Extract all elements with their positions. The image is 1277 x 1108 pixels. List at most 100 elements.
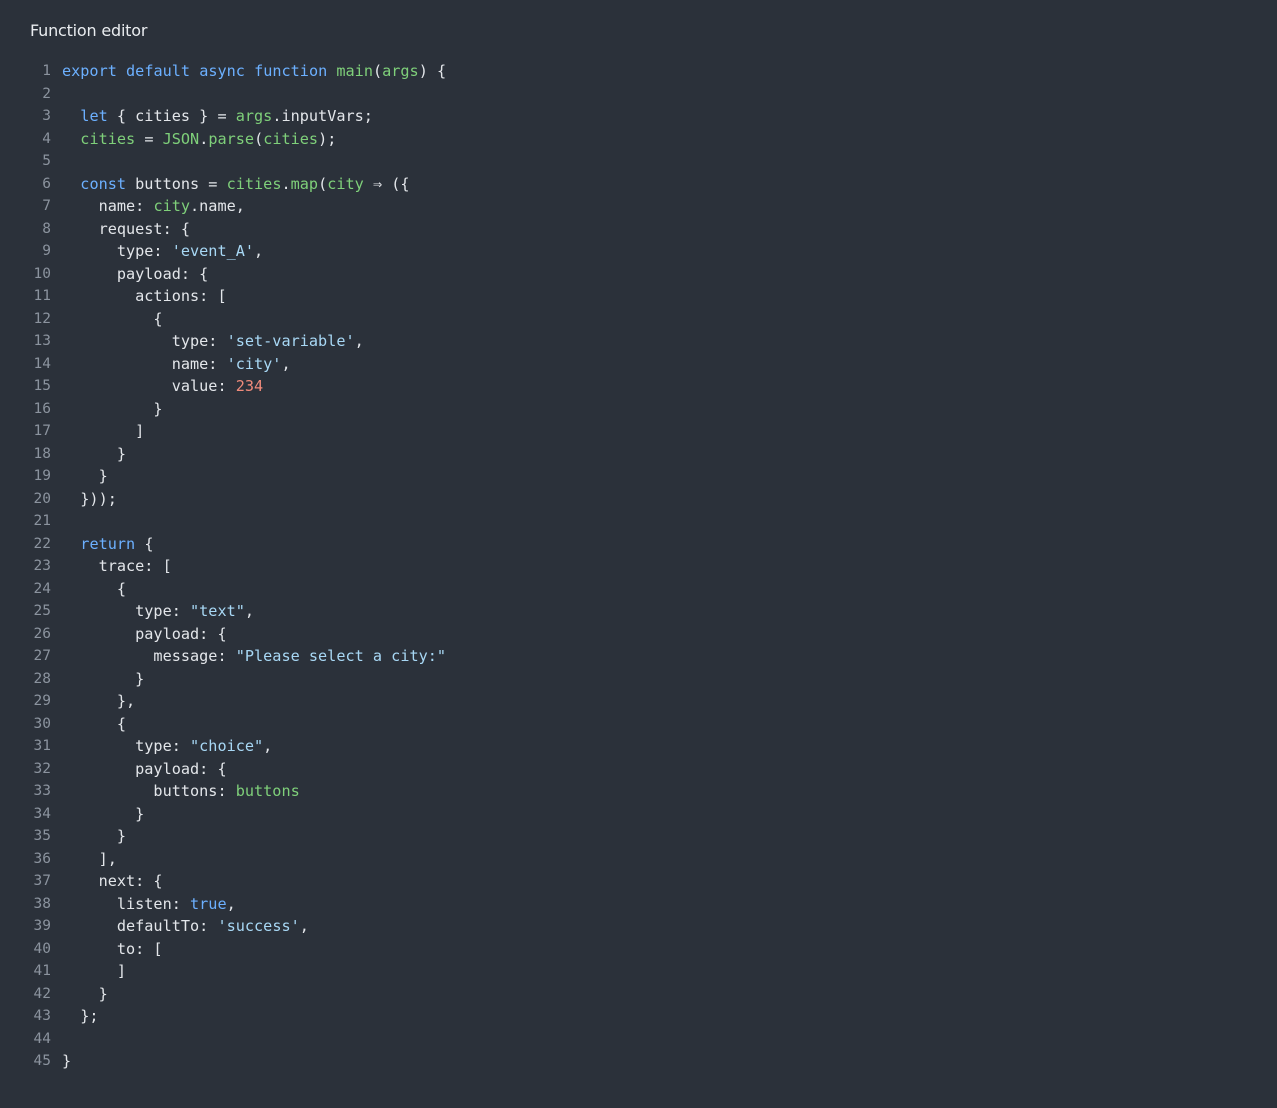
code-line[interactable]: 30 {: [0, 713, 1277, 736]
code-line[interactable]: 13 type: 'set-variable',: [0, 330, 1277, 353]
code-line[interactable]: 19 }: [0, 465, 1277, 488]
code-line[interactable]: 43 };: [0, 1005, 1277, 1028]
line-code[interactable]: trace: [: [62, 555, 172, 578]
line-code[interactable]: ]: [62, 960, 126, 983]
code-line[interactable]: 14 name: 'city',: [0, 353, 1277, 376]
line-code[interactable]: cities = JSON.parse(cities);: [62, 128, 336, 151]
line-code[interactable]: name: 'city',: [62, 353, 291, 376]
line-code[interactable]: listen: true,: [62, 893, 236, 916]
line-code[interactable]: {: [62, 713, 126, 736]
code-token: (: [372, 62, 383, 80]
line-number: 28: [33, 670, 51, 687]
line-code[interactable]: }: [62, 803, 144, 826]
code-line[interactable]: 17 ]: [0, 420, 1277, 443]
code-line[interactable]: 29 },: [0, 690, 1277, 713]
line-code[interactable]: },: [62, 690, 135, 713]
line-code[interactable]: }: [62, 1050, 71, 1073]
line-number: 34: [33, 805, 51, 822]
code-line[interactable]: 11 actions: [: [0, 285, 1277, 308]
code-line[interactable]: 5: [0, 150, 1277, 173]
code-line[interactable]: 18 }: [0, 443, 1277, 466]
line-code[interactable]: to: [: [62, 938, 163, 961]
line-code[interactable]: name: city.name,: [62, 195, 245, 218]
line-number: 45: [33, 1053, 51, 1069]
code-line[interactable]: 2: [0, 83, 1277, 106]
line-code[interactable]: type: 'event_A',: [62, 240, 263, 263]
code-token: ,: [254, 242, 264, 260]
line-code[interactable]: next: {: [62, 870, 163, 893]
code-line[interactable]: 4 cities = JSON.parse(cities);: [0, 128, 1277, 151]
line-code[interactable]: }: [62, 465, 108, 488]
line-code[interactable]: };: [62, 1005, 98, 1028]
code-line[interactable]: 42 }: [0, 983, 1277, 1006]
line-code[interactable]: }: [62, 825, 126, 848]
code-token: type:: [62, 332, 227, 350]
code-token: payload: {: [62, 759, 227, 778]
line-code[interactable]: ],: [62, 848, 117, 871]
line-code[interactable]: defaultTo: 'success',: [62, 915, 309, 938]
code-line[interactable]: 1 export default async function main(args…: [0, 60, 1277, 83]
line-code[interactable]: {: [62, 308, 162, 331]
line-code[interactable]: type: 'set-variable',: [62, 330, 364, 353]
line-code[interactable]: type: "choice",: [62, 735, 272, 758]
code-line[interactable]: 21: [0, 510, 1277, 533]
line-code[interactable]: value: 234: [62, 375, 263, 398]
line-number: 41: [33, 963, 51, 979]
code-line[interactable]: 34 }: [0, 803, 1277, 826]
line-code[interactable]: let { cities } = args.inputVars;: [62, 105, 373, 128]
code-line[interactable]: 38 listen: true,: [0, 893, 1277, 916]
code-line[interactable]: 26 payload: {: [0, 623, 1277, 646]
line-code[interactable]: }: [62, 983, 108, 1006]
code-line[interactable]: 23 trace: [: [0, 555, 1277, 578]
line-code[interactable]: actions: [: [62, 285, 226, 308]
line-code[interactable]: message: "Please select a city:": [62, 645, 446, 668]
line-code[interactable]: }: [62, 443, 126, 466]
code-line[interactable]: 6 const buttons = cities.map(city ⇒ ({: [0, 173, 1277, 196]
code-line[interactable]: 35 }: [0, 825, 1277, 848]
code-line[interactable]: 7 name: city.name,: [0, 195, 1277, 218]
line-code[interactable]: }));: [62, 488, 117, 511]
code-token: parse: [208, 129, 255, 148]
code-line[interactable]: 40 to: [: [0, 938, 1277, 961]
code-line[interactable]: 44: [0, 1028, 1277, 1051]
line-code[interactable]: request: {: [62, 218, 190, 241]
code-line[interactable]: 36 ],: [0, 848, 1277, 871]
code-line[interactable]: 9 type: 'event_A',: [0, 240, 1277, 263]
code-editor[interactable]: 1 export default async function main(args…: [0, 60, 1277, 1073]
line-number: 32: [33, 760, 51, 777]
code-line[interactable]: 12 {: [0, 308, 1277, 331]
line-code[interactable]: export default async function main(args)…: [62, 60, 446, 83]
line-code[interactable]: payload: {: [62, 758, 227, 781]
code-line[interactable]: 31 type: "choice",: [0, 735, 1277, 758]
line-code[interactable]: const buttons = cities.map(city ⇒ ({: [62, 173, 409, 196]
code-line[interactable]: 41 ]: [0, 960, 1277, 983]
code-line[interactable]: 37 next: {: [0, 870, 1277, 893]
line-code[interactable]: buttons: buttons: [62, 780, 300, 803]
code-line[interactable]: 32 payload: {: [0, 758, 1277, 781]
code-line[interactable]: 22 return {: [0, 533, 1277, 556]
code-line[interactable]: 25 type: "text",: [0, 600, 1277, 623]
code-line[interactable]: 3 let { cities } = args.inputVars;: [0, 105, 1277, 128]
line-code[interactable]: }: [62, 398, 162, 421]
code-line[interactable]: 20 }));: [0, 488, 1277, 511]
code-token: cities: [226, 174, 282, 193]
code-line[interactable]: 33 buttons: buttons: [0, 780, 1277, 803]
line-code[interactable]: payload: {: [62, 263, 208, 286]
code-line[interactable]: 24 {: [0, 578, 1277, 601]
line-code[interactable]: }: [62, 668, 144, 691]
code-line[interactable]: 16 }: [0, 398, 1277, 421]
line-code[interactable]: type: "text",: [62, 600, 254, 623]
code-line[interactable]: 27 message: "Please select a city:": [0, 645, 1277, 668]
code-token: =: [135, 129, 163, 148]
code-line[interactable]: 28 }: [0, 668, 1277, 691]
code-token: buttons: [235, 782, 300, 800]
line-code[interactable]: payload: {: [62, 623, 226, 646]
code-line[interactable]: 45}: [0, 1050, 1277, 1073]
code-line[interactable]: 10 payload: {: [0, 263, 1277, 286]
line-code[interactable]: ]: [62, 420, 144, 443]
code-line[interactable]: 39 defaultTo: 'success',: [0, 915, 1277, 938]
code-line[interactable]: 8 request: {: [0, 218, 1277, 241]
code-line[interactable]: 15 value: 234: [0, 375, 1277, 398]
line-code[interactable]: {: [62, 578, 126, 601]
line-code[interactable]: return {: [62, 533, 153, 556]
